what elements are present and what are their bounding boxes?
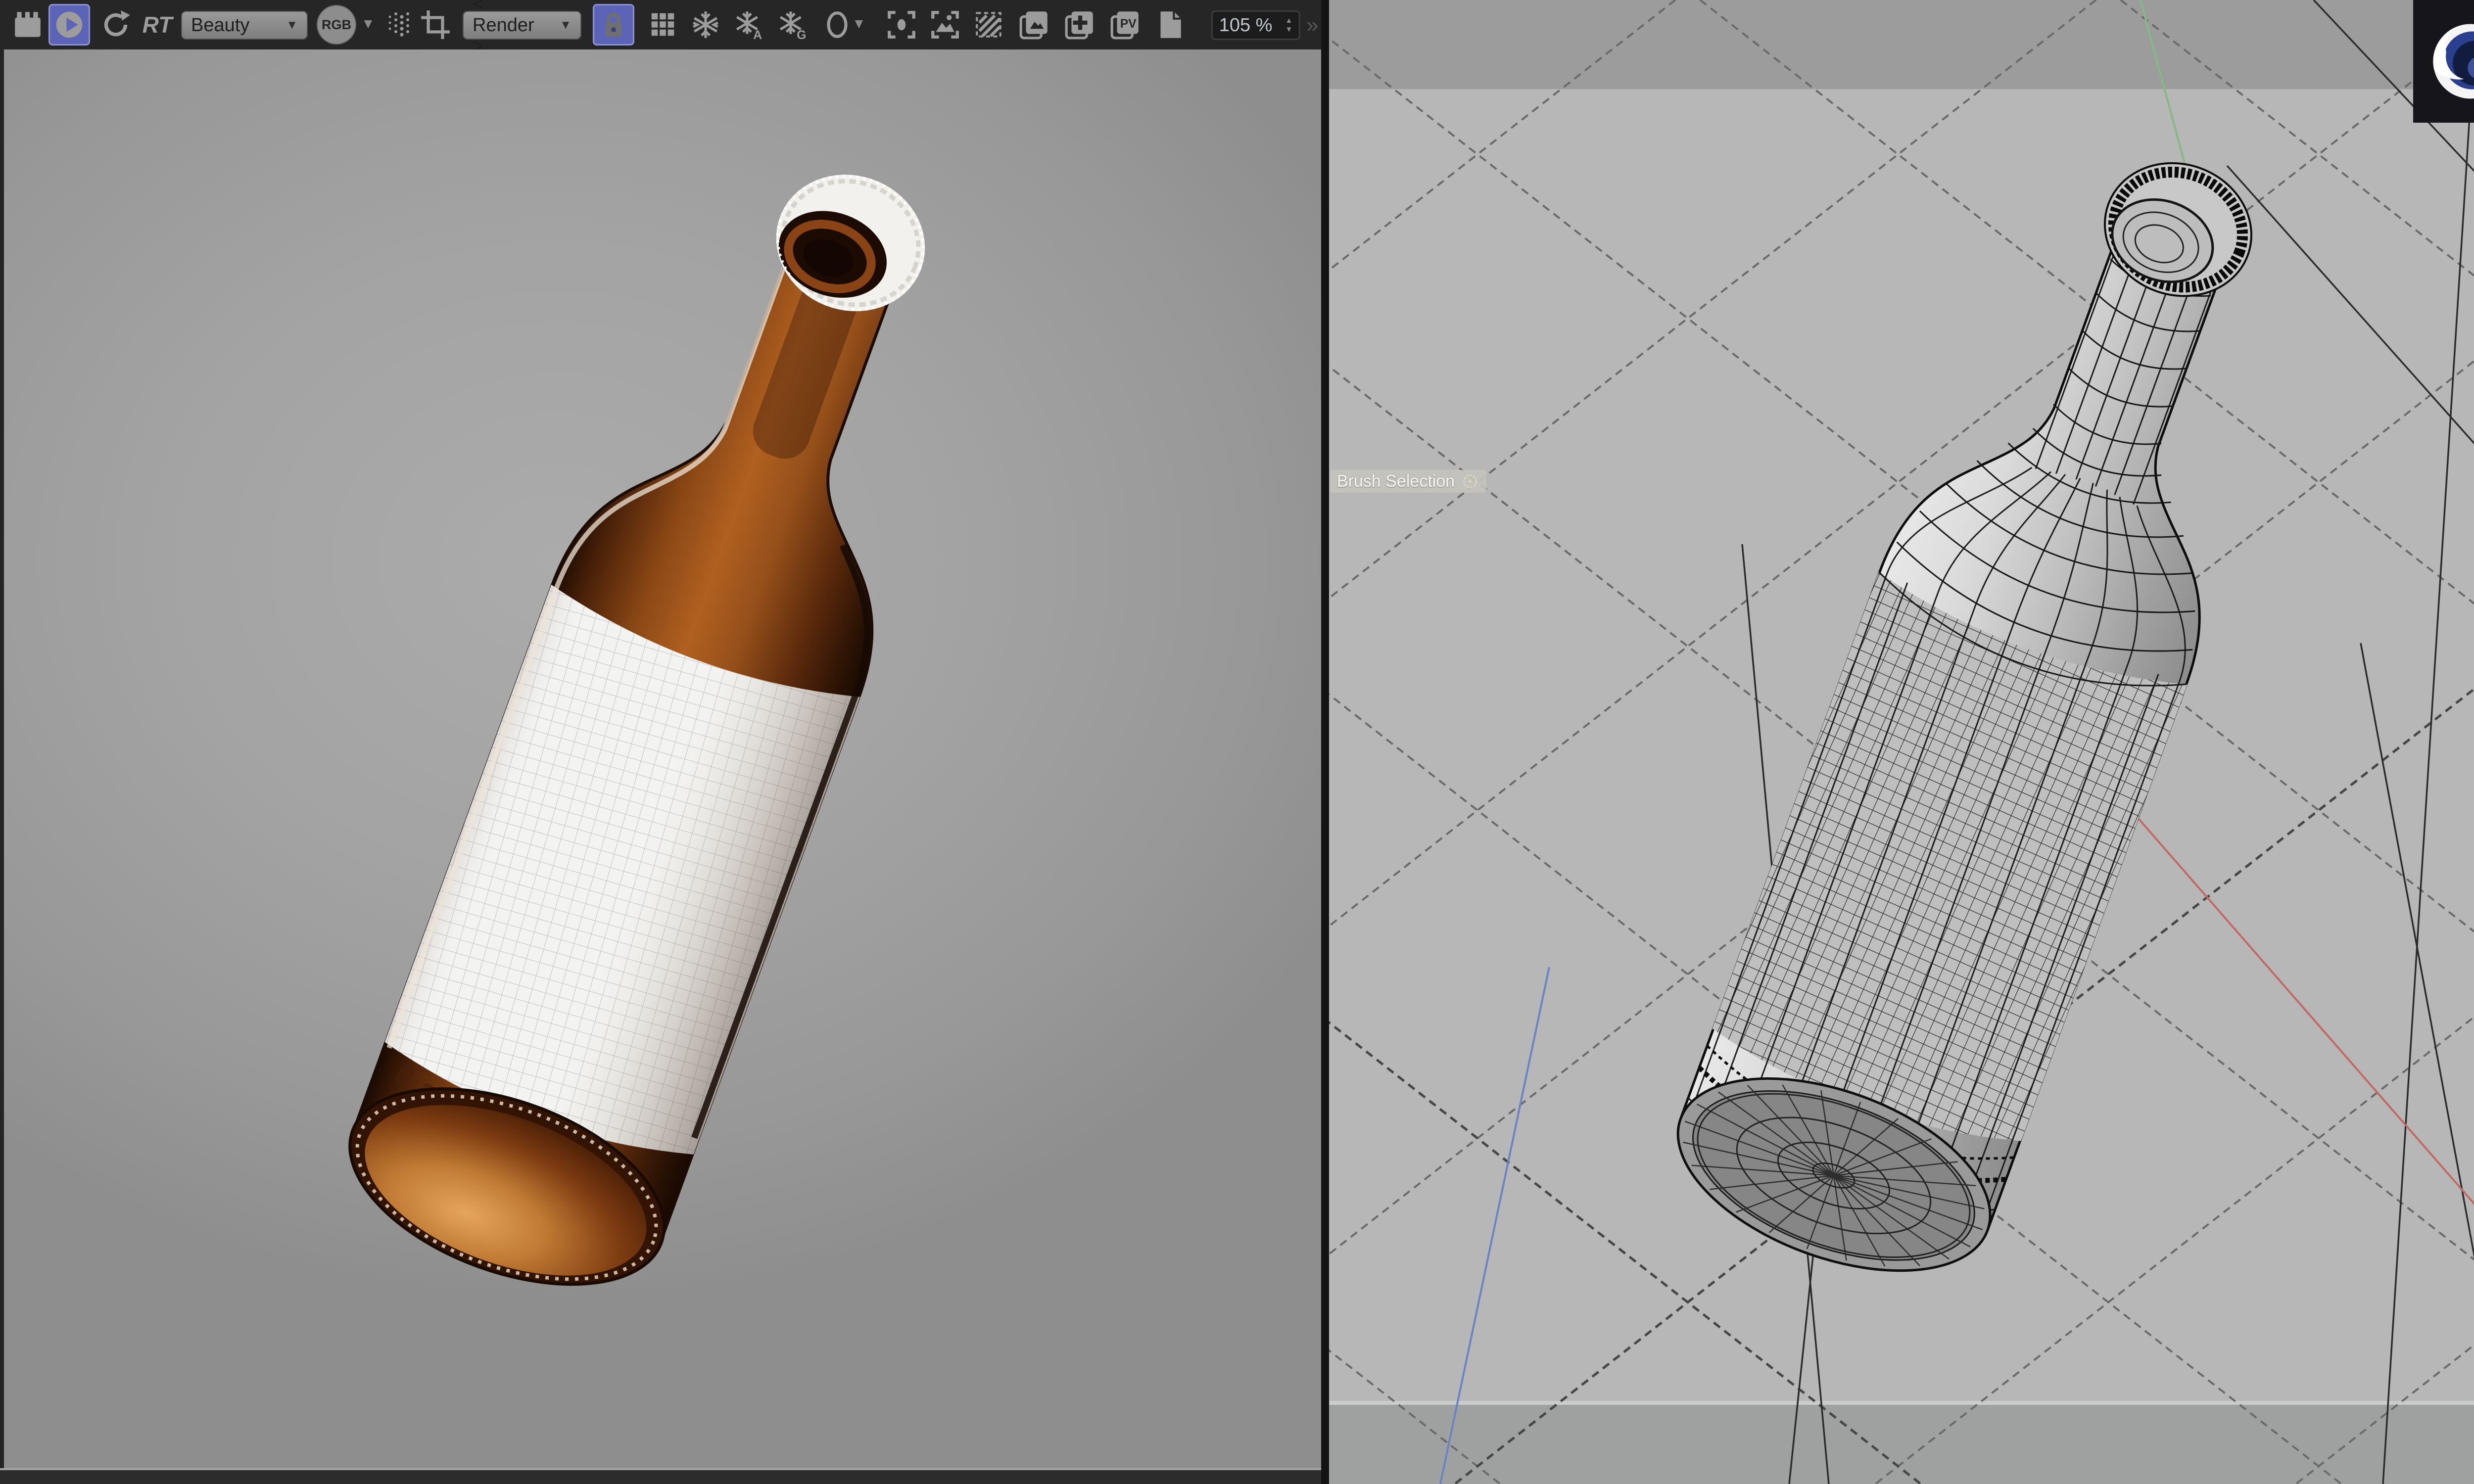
chevron-down-icon: ▼: [286, 18, 298, 32]
brush-cursor-icon: [1463, 474, 1477, 488]
pass-dropdown[interactable]: Beauty ▼: [181, 11, 308, 40]
pv-layer-icon[interactable]: PV: [1104, 4, 1146, 46]
horizon-line: [1329, 1401, 2474, 1405]
image-layer-icon[interactable]: [1013, 4, 1055, 46]
play-button[interactable]: [48, 4, 90, 46]
rt-label: RT: [142, 12, 173, 38]
crop-icon[interactable]: [415, 4, 456, 46]
branding-bar: [2413, 0, 2474, 123]
snapshot-a-label: A: [753, 29, 762, 41]
rgb-channel-button[interactable]: RGB: [317, 5, 356, 45]
viewport-canvas[interactable]: [1329, 0, 2474, 1484]
pv-label: PV: [1120, 17, 1137, 31]
render-view-status-strip: [0, 1468, 1321, 1484]
render-view-panel: RT Beauty ▼ RGB ▼ < Render > ▼ A G ▼ PV …: [0, 0, 1321, 1484]
region-caret-icon[interactable]: ▼: [852, 16, 866, 32]
channel-caret-icon[interactable]: ▼: [361, 16, 375, 32]
rendered-image-canvas[interactable]: 0.33l 3 52mm: [0, 49, 1321, 1468]
rendered-bottle: 0.33l 3 52mm: [348, 175, 925, 1286]
active-tool-label: Brush Selection: [1337, 471, 1455, 491]
snapshot-g-icon[interactable]: G: [772, 4, 813, 46]
snapshot-icon[interactable]: [685, 4, 726, 46]
document-icon[interactable]: [1148, 4, 1189, 46]
film-icon[interactable]: [7, 4, 48, 46]
zoom-value: 105 %: [1219, 14, 1273, 36]
rgb-label: RGB: [322, 17, 351, 32]
render-slot-value: < Render >: [473, 0, 534, 57]
add-layer-icon[interactable]: [1059, 4, 1100, 46]
zoom-field[interactable]: 105 % ▲ ▼: [1211, 10, 1300, 40]
render-view-toolbar: RT Beauty ▼ RGB ▼ < Render > ▼ A G ▼ PV …: [0, 0, 1321, 57]
active-tool-tooltip: Brush Selection: [1330, 470, 1487, 493]
checker-overlay-icon[interactable]: [968, 4, 1009, 46]
render-slot-dropdown[interactable]: < Render > ▼: [463, 0, 581, 57]
pass-dropdown-value: Beauty: [191, 14, 250, 36]
app-window: RT Beauty ▼ RGB ▼ < Render > ▼ A G ▼ PV …: [0, 0, 2474, 1484]
chevron-down-icon: ▼: [560, 18, 571, 32]
toolbar-overflow-chevron[interactable]: »: [1306, 13, 1319, 38]
focus-image-icon[interactable]: [924, 4, 966, 46]
viewport-lower-band: [1329, 1405, 2474, 1484]
panel-divider[interactable]: [1321, 0, 1329, 1484]
viewport-upper-band: [1329, 0, 2474, 89]
lock-icon[interactable]: [593, 4, 634, 46]
cinema-4d-logo: [2433, 24, 2474, 99]
snapshot-a-icon[interactable]: A: [728, 4, 770, 46]
focus-object-icon[interactable]: [881, 4, 922, 46]
viewport-panel: Brush Selection: [1329, 0, 2474, 1484]
rt-toggle[interactable]: RT: [135, 4, 180, 46]
refresh-render-icon[interactable]: [95, 4, 137, 46]
snapshot-g-label: G: [797, 29, 806, 41]
rendered-bottle-image: 0.33l 3 52mm: [348, 175, 925, 1286]
zoom-spinner[interactable]: ▲ ▼: [1285, 17, 1292, 33]
grid-icon[interactable]: [642, 4, 684, 46]
